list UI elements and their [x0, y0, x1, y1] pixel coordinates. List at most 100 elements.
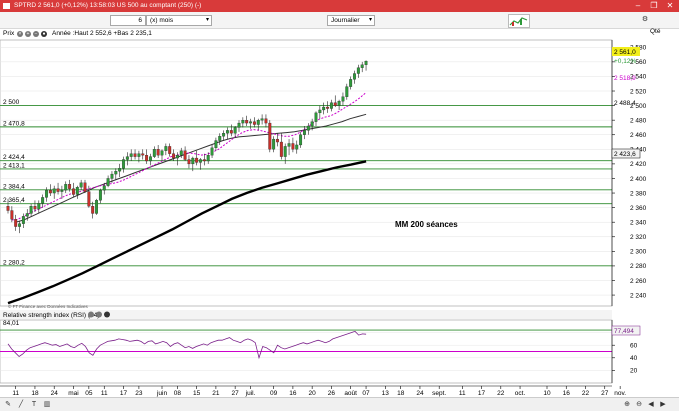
rsi-tick-label: 20 [630, 368, 638, 375]
date-tick-label: 21 [212, 390, 220, 397]
zoom-out-icon[interactable]: ⊖ [634, 400, 644, 409]
date-tick-label: 16 [289, 390, 297, 397]
price-tick-label: 2 420 [630, 161, 647, 168]
candle-up [45, 189, 48, 198]
support-level-label: 2 280,2 [3, 259, 25, 266]
support-level-label: 2 424,4 [3, 154, 25, 161]
rsi-options-icon[interactable] [104, 311, 110, 318]
candle-down [183, 150, 187, 160]
candle-up [29, 206, 33, 214]
rsi-line [7, 330, 367, 360]
date-tick-label: 11 [12, 390, 19, 397]
ma200-line [7, 160, 367, 305]
candle-down [133, 153, 137, 157]
candle-down [264, 118, 268, 124]
support-level-label: 2 470,8 [3, 120, 25, 127]
candle-up [310, 121, 314, 127]
price-tick-label: 2 280 [630, 263, 647, 270]
rsi-path [7, 330, 367, 360]
support-levels: 2 500 2 470,8 2 424,42 413,1 2 384,4 2 365,4… [0, 99, 612, 266]
zoom-in-icon[interactable]: ⊕ [622, 400, 632, 409]
price-tick-label: 2 240 [630, 292, 647, 299]
date-tick-label: 18 [397, 390, 405, 397]
date-tick-label: 11 [459, 390, 466, 397]
scroll-left-icon[interactable]: ◀ [646, 400, 656, 409]
draw-tool-icon[interactable]: ✎ [3, 400, 13, 409]
date-tick-label: oct. [515, 390, 526, 397]
candle-up [237, 122, 241, 128]
ma20-tag: 2 518,9 [614, 75, 636, 82]
candle-up [210, 147, 214, 156]
candle-down [145, 154, 149, 162]
date-tick-label: 08 [174, 390, 182, 397]
text-tool-icon[interactable]: T [29, 400, 39, 409]
rsi-tick-label: 60 [630, 343, 638, 350]
price-tick-label: 2 340 [630, 219, 647, 226]
date-tick-label: 05 [85, 390, 93, 397]
candle-down [91, 206, 95, 214]
candle-down [326, 106, 329, 109]
candle-up [214, 140, 218, 149]
candle-up [37, 203, 41, 210]
candle-up [137, 153, 141, 157]
candle-down [14, 219, 18, 227]
candle-up [75, 187, 79, 195]
ma50-line [15, 113, 367, 223]
support-level-label: 2 365,4 [3, 197, 25, 204]
candle-up [337, 101, 341, 106]
candle-up [106, 178, 110, 186]
price-tick-label: 2 360 [630, 205, 647, 212]
date-tick-label: sept. [432, 390, 446, 397]
rsi-close-icon[interactable] [88, 311, 94, 318]
ma-path [15, 113, 367, 223]
candle-up [349, 79, 353, 87]
price-tick-label: 2 520 [630, 88, 647, 95]
date-tick-label: 16 [563, 390, 571, 397]
scroll-right-icon[interactable]: ▶ [658, 400, 668, 409]
date-tick-label: juin [156, 390, 168, 397]
candle-up [299, 134, 303, 146]
candle-down [268, 122, 272, 150]
candle-up [306, 125, 310, 131]
candle-up [102, 185, 106, 191]
date-tick-label: 11 [101, 390, 108, 397]
rsi-tick-label: 40 [630, 355, 638, 362]
candle-up [314, 112, 318, 122]
candle-up [260, 118, 264, 121]
candle-up [287, 143, 291, 147]
line-tool-icon[interactable]: ╱ [16, 400, 26, 409]
support-level-label: 2 413,1 [3, 162, 25, 169]
rsi-level-label: 84,01 [3, 320, 20, 327]
date-tick-label: 13 [382, 390, 390, 397]
date-tick-label: 22 [497, 390, 505, 397]
candle-down [72, 188, 75, 195]
candle-up [341, 96, 345, 102]
candle-down [276, 138, 279, 143]
candle-up [302, 130, 306, 135]
candle-down [187, 159, 191, 165]
date-tick-label: 22 [582, 390, 590, 397]
candle-up [125, 156, 129, 160]
date-tick-label: 23 [135, 390, 143, 397]
candle-up [114, 171, 118, 175]
date-tick-label: 09 [270, 390, 278, 397]
candle-up [152, 149, 156, 157]
rsi-levels [0, 329, 612, 352]
date-tick-label: 20 [309, 390, 317, 397]
date-tick-label: 15 [193, 390, 201, 397]
candle-up [356, 67, 360, 74]
date-tick-label: 18 [31, 390, 39, 397]
candle-up [222, 133, 226, 137]
date-tick-label: nov. [614, 390, 626, 397]
rsi-label: Relative strength index (RSI) (14) [3, 312, 99, 319]
candle-up [52, 188, 56, 194]
price-tick-label: 2 400 [630, 176, 647, 183]
candle-up [148, 156, 152, 162]
rsi-value-tag: 77,494 [614, 328, 634, 335]
support-level-label: 2 500 [3, 99, 20, 106]
rsi-add-icon[interactable] [96, 311, 102, 318]
price-tick-label: 2 320 [630, 234, 647, 241]
candle-up [353, 73, 356, 80]
candle-up [233, 127, 237, 134]
indicator-icon[interactable]: ▥ [42, 400, 52, 409]
